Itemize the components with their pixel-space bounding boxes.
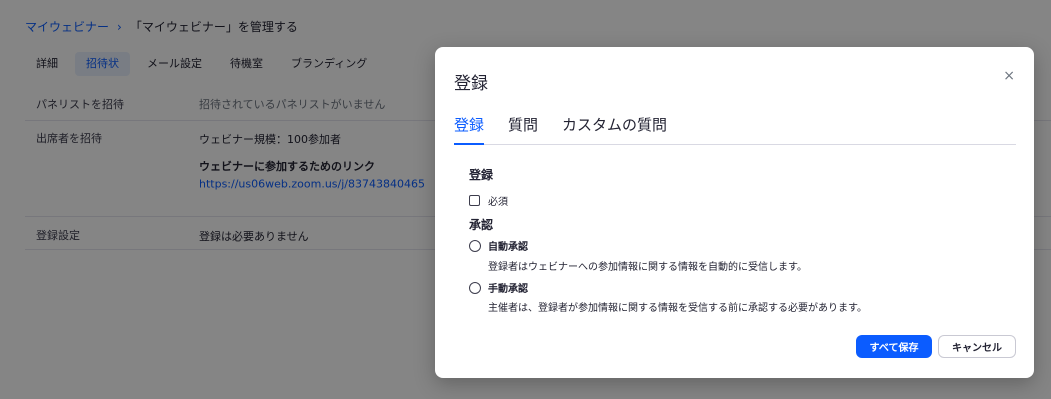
registration-section-heading: 登録 <box>469 168 494 182</box>
dialog-title: 登録 <box>454 74 488 94</box>
dialog-tab-custom-questions[interactable]: カスタムの質問 <box>562 113 667 145</box>
dialog-tab-questions[interactable]: 質問 <box>508 113 538 145</box>
auto-approve-option[interactable]: 自動承認 <box>469 238 528 253</box>
close-icon[interactable]: × <box>1003 69 1015 83</box>
dialog-tabs: 登録 質問 カスタムの質問 <box>454 113 1016 145</box>
manual-approve-description: 主催者は、登録者が参加情報に関する情報を受信する前に承認する必要があります。 <box>488 303 867 314</box>
auto-approve-radio[interactable] <box>469 239 481 252</box>
manual-approve-option[interactable]: 手動承認 <box>469 280 528 295</box>
required-label: 必須 <box>488 197 508 208</box>
manual-approve-label: 手動承認 <box>488 284 528 295</box>
auto-approve-description: 登録者はウェビナーへの参加情報に関する情報を自動的に受信します。 <box>488 262 807 273</box>
registration-dialog: 登録 × 登録 質問 カスタムの質問 登録 必須 承認 自動承認 登録者はウェビ… <box>435 47 1034 378</box>
save-all-button[interactable]: すべて保存 <box>856 335 932 358</box>
manual-approve-radio[interactable] <box>469 281 481 294</box>
required-checkbox-row[interactable]: 必須 <box>469 193 508 208</box>
cancel-button[interactable]: キャンセル <box>938 335 1016 358</box>
auto-approve-label: 自動承認 <box>488 242 528 253</box>
dialog-tab-registration[interactable]: 登録 <box>454 113 485 145</box>
required-checkbox[interactable] <box>469 195 480 206</box>
approval-section-heading: 承認 <box>469 218 494 232</box>
